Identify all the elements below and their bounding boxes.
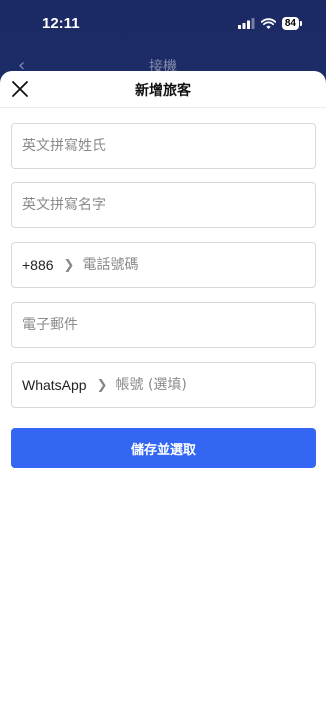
last-name-field[interactable]	[11, 123, 316, 169]
phone-input[interactable]	[82, 257, 315, 273]
wifi-icon	[260, 18, 276, 29]
signal-icon	[237, 18, 255, 29]
email-field[interactable]	[11, 302, 316, 348]
app-screen: 12:11 84 ‹ 接機 新增旅客 英文拼寫姓氏 英文拼寫名字 +886 ❯ …	[0, 0, 326, 707]
chevron-right-icon: ❯	[63, 257, 75, 273]
first-name-input[interactable]	[22, 197, 315, 213]
chevron-right-icon: ❯	[96, 377, 108, 393]
battery-level: 84	[281, 17, 299, 30]
phone-field[interactable]: +886 ❯	[11, 242, 316, 288]
sheet-title: 新增旅客	[135, 83, 191, 99]
sheet-header: 新增旅客	[0, 71, 326, 108]
battery-icon: 84	[281, 17, 302, 30]
whatsapp-account-input[interactable]	[115, 377, 315, 393]
status-time: 12:11	[42, 15, 80, 32]
save-and-select-button[interactable]: 儲存並選取	[11, 428, 316, 468]
first-name-field[interactable]	[11, 182, 316, 228]
country-code-selector[interactable]: +886	[22, 257, 54, 273]
status-bar: 12:11 84	[0, 0, 326, 48]
status-icons: 84	[237, 17, 302, 30]
messaging-app-selector[interactable]: WhatsApp	[22, 377, 87, 393]
add-traveler-sheet: 新增旅客 +886 ❯ WhatsApp ❯ 儲存並選取	[0, 71, 326, 707]
email-input[interactable]	[22, 317, 315, 333]
last-name-input[interactable]	[22, 138, 315, 154]
close-icon	[12, 81, 28, 97]
whatsapp-field[interactable]: WhatsApp ❯	[11, 362, 316, 408]
close-button[interactable]	[11, 80, 29, 98]
